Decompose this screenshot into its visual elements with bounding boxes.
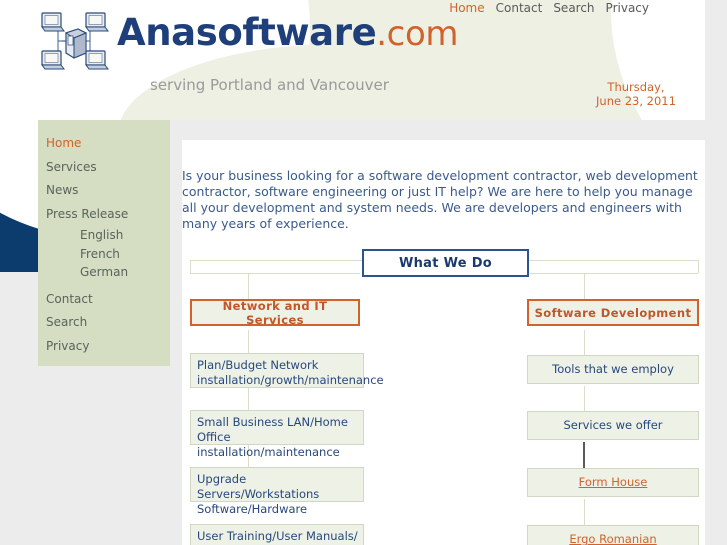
right-node-4[interactable]: Ergo Romanian — [527, 525, 699, 545]
connector-right-c-highlighted — [583, 442, 585, 470]
sidebar-item-english[interactable]: English — [42, 226, 170, 245]
right-node-3[interactable]: Form House — [527, 468, 699, 497]
left-node-2-line1: Small Business LAN/Home — [197, 415, 348, 429]
left-node-1[interactable]: Plan/Budget Network installation/growth/… — [190, 353, 384, 388]
main-content: Is your business looking for a software … — [182, 140, 705, 545]
diagram-root-label: What We Do — [398, 255, 493, 271]
right-node-2[interactable]: Services we offer — [527, 411, 699, 440]
sidebar-item-privacy[interactable]: Privacy — [42, 335, 170, 359]
topnav-item-search[interactable]: Search — [553, 1, 594, 15]
branch-title-software-dev-label: Software Development — [534, 305, 692, 320]
sidebar-item-services[interactable]: Services — [42, 156, 170, 180]
branch-title-network-it-label: Network and IT Services — [222, 298, 328, 327]
top-navigation: Home Contact Search Privacy — [438, 1, 649, 15]
sidebar-item-press-release[interactable]: Press Release — [42, 203, 170, 227]
left-node-3[interactable]: Upgrade Servers/Workstations Software/Ha… — [190, 467, 364, 516]
brand-tld: .com — [376, 14, 459, 54]
connector-right-b — [584, 386, 585, 414]
left-node-4[interactable]: User Training/User Manuals/ User Guides — [190, 524, 364, 545]
topnav-item-contact[interactable]: Contact — [496, 1, 543, 15]
current-date: Thursday, June 23, 2011 — [588, 80, 684, 108]
diagram-root-node[interactable]: What We Do — [362, 249, 529, 277]
connector-right-d — [584, 499, 585, 527]
left-node-1-line1: Plan/Budget Network — [197, 358, 319, 372]
page-root: Anasoftware.com serving Portland and Van… — [0, 0, 727, 545]
right-node-3-link[interactable]: Form House — [579, 475, 648, 489]
left-node-3-line1: Upgrade Servers/Workstations — [197, 472, 320, 501]
sidebar-item-search[interactable]: Search — [42, 311, 170, 335]
connector-top-right-v1 — [698, 260, 699, 273]
connector-right-v2 — [584, 273, 585, 300]
sidebar-item-news[interactable]: News — [42, 179, 170, 203]
right-node-1-label: Tools that we employ — [552, 362, 674, 377]
lower-left-gutter — [0, 366, 182, 545]
connector-top-left-h — [190, 260, 380, 261]
connector-left-v2 — [248, 273, 249, 300]
left-node-1-line2: installation/growth/maintenance — [197, 373, 384, 387]
network-computers-icon — [38, 7, 110, 75]
right-node-1[interactable]: Tools that we employ — [527, 355, 699, 384]
right-node-4-link[interactable]: Ergo Romanian — [569, 532, 656, 545]
branch-title-software-dev[interactable]: Software Development — [527, 299, 699, 326]
connector-top-right-h — [527, 260, 699, 261]
left-node-3-line2: Software/Hardware — [197, 502, 308, 516]
left-node-2-line2: Office installation/maintenance — [197, 430, 340, 459]
brand-name: Anasoftware — [117, 11, 377, 54]
sidebar-item-german[interactable]: German — [42, 263, 170, 282]
sidebar-nav: Home Services News Press Release English Fren… — [38, 120, 170, 358]
date-monthday: June 23, 2011 — [596, 93, 676, 108]
branch-title-network-it[interactable]: Network and IT Services — [190, 298, 360, 327]
connector-right-a — [584, 330, 585, 358]
left-node-2[interactable]: Small Business LAN/Home Office installat… — [190, 410, 364, 459]
sidebar-item-french[interactable]: French — [42, 245, 170, 264]
intro-paragraph: Is your business looking for a software … — [182, 167, 698, 232]
right-node-2-label: Services we offer — [563, 418, 663, 433]
sidebar-item-contact[interactable]: Contact — [42, 288, 170, 312]
sidebar-item-home[interactable]: Home — [42, 132, 170, 156]
topnav-item-privacy[interactable]: Privacy — [606, 1, 649, 15]
what-we-do-diagram: What We Do Network and IT Services Softw… — [182, 245, 705, 545]
connector-right-h2 — [530, 273, 698, 274]
connector-top-left-v1 — [190, 260, 191, 273]
site-brand: Anasoftware.com — [117, 11, 458, 54]
left-node-4-line1: User Training/User Manuals/ — [197, 529, 358, 543]
site-tagline: serving Portland and Vancouver — [150, 76, 389, 94]
connector-left-h2 — [190, 273, 360, 274]
topnav-item-home[interactable]: Home — [449, 1, 484, 15]
sidebar: Home Services News Press Release English Fren… — [38, 120, 170, 366]
date-weekday: Thursday, — [607, 80, 665, 94]
